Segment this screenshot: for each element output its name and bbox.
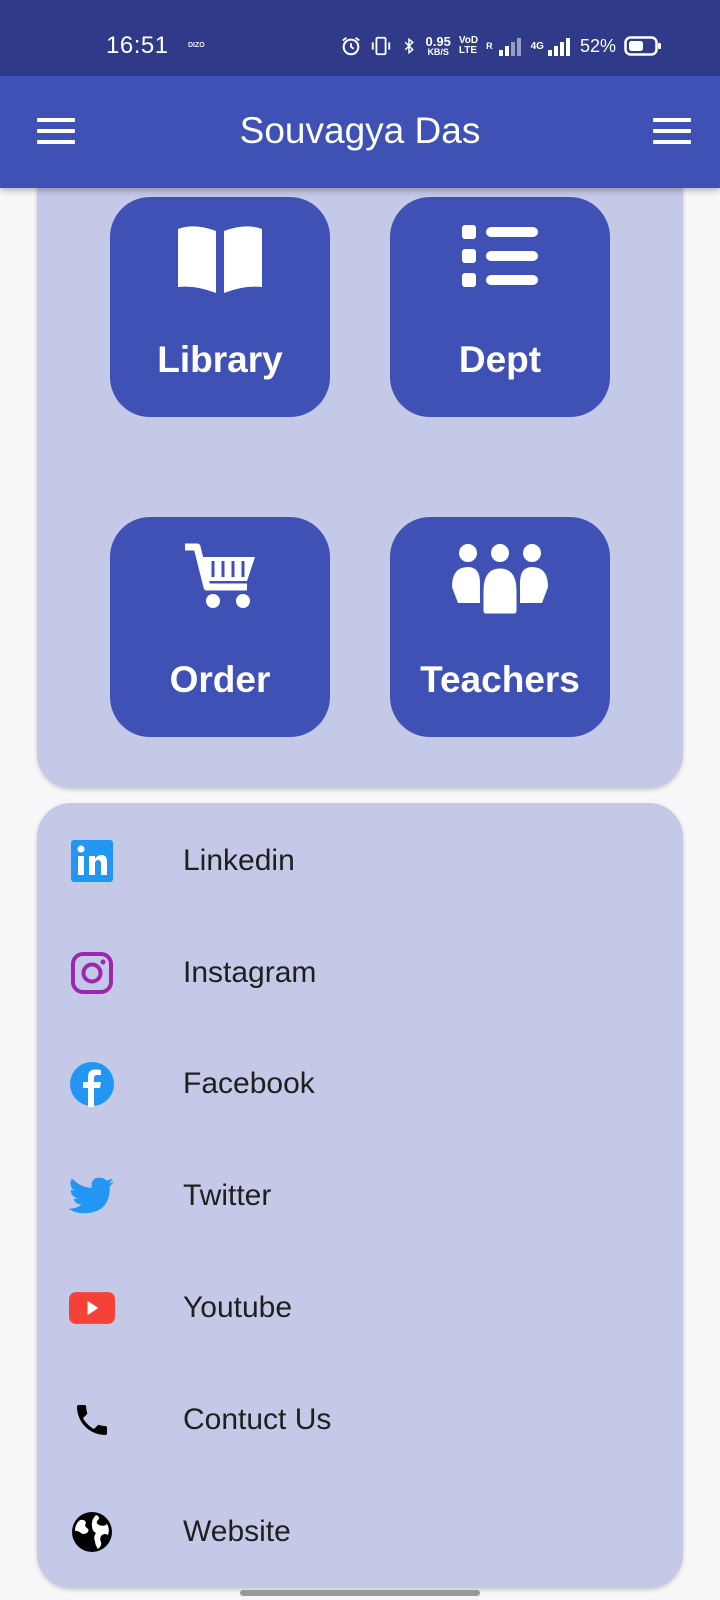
twitter-link[interactable]: Twitter xyxy=(37,1146,683,1246)
menu-icon[interactable] xyxy=(653,116,691,146)
volte-badge: VoD LTE xyxy=(459,36,478,56)
link-label: Twitter xyxy=(183,1179,272,1212)
library-button[interactable]: Library xyxy=(110,197,330,417)
signal-icon xyxy=(498,38,521,56)
link-label: Youtube xyxy=(183,1291,293,1324)
link-label: Instagram xyxy=(183,956,317,989)
status-icons: 0.95 KB/S VoD LTE R 4G 52% xyxy=(340,32,662,60)
net-speed: 0.95 KB/S xyxy=(426,35,451,57)
tile-label: Teachers xyxy=(420,659,580,700)
net-speed-unit: KB/S xyxy=(427,47,449,57)
website-link[interactable]: Website xyxy=(37,1482,683,1582)
linkedin-icon xyxy=(69,838,115,884)
page-title: Souvagya Das xyxy=(239,110,481,151)
tile-label: Library xyxy=(157,339,283,380)
people-icon xyxy=(390,543,610,615)
instagram-icon xyxy=(69,950,115,996)
grid-card: Library Dept Order Teachers xyxy=(37,150,683,788)
list-icon xyxy=(390,223,610,289)
network-type: 4G xyxy=(530,40,544,52)
link-label: Contuct Us xyxy=(183,1403,332,1436)
links-card: Linkedin Instagram Facebook Twitter Yout… xyxy=(37,803,683,1588)
carrier-badge: DIZO xyxy=(188,42,205,49)
tile-label: Order xyxy=(169,659,271,700)
twitter-icon xyxy=(69,1173,115,1219)
alarm-icon xyxy=(341,37,360,56)
phone-icon xyxy=(69,1397,115,1443)
open-book-icon xyxy=(110,223,330,293)
home-indicator[interactable] xyxy=(240,1590,480,1596)
shopping-cart-icon xyxy=(110,543,330,611)
vibrate-icon xyxy=(371,36,390,56)
globe-icon xyxy=(69,1509,115,1555)
battery-percent: 52% xyxy=(579,35,616,56)
facebook-icon xyxy=(69,1061,115,1107)
volte-bottom: LTE xyxy=(458,45,478,56)
app-bar: Souvagya Das xyxy=(0,76,720,188)
order-button[interactable]: Order xyxy=(110,517,330,737)
youtube-link[interactable]: Youtube xyxy=(37,1258,683,1358)
screen: 16:51 DIZO 0.95 KB/S VoD LTE R 4G 52% So… xyxy=(0,0,720,1600)
linkedin-link[interactable]: Linkedin xyxy=(37,811,683,911)
facebook-link[interactable]: Facebook xyxy=(37,1034,683,1134)
link-label: Website xyxy=(183,1515,291,1548)
link-label: Facebook xyxy=(183,1067,315,1100)
youtube-icon xyxy=(69,1285,115,1331)
teachers-button[interactable]: Teachers xyxy=(390,517,610,737)
status-time: 16:51 xyxy=(106,32,169,59)
signal-icon xyxy=(547,38,570,56)
instagram-link[interactable]: Instagram xyxy=(37,923,683,1023)
contact-us-link[interactable]: Contuct Us xyxy=(37,1370,683,1470)
bluetooth-icon xyxy=(404,37,414,55)
tile-label: Dept xyxy=(458,339,542,380)
battery-icon xyxy=(624,36,661,56)
link-label: Linkedin xyxy=(183,844,295,877)
dept-button[interactable]: Dept xyxy=(390,197,610,417)
status-bar: 16:51 DIZO 0.95 KB/S VoD LTE R 4G 52% xyxy=(0,0,720,76)
roaming-indicator: R xyxy=(486,41,493,51)
